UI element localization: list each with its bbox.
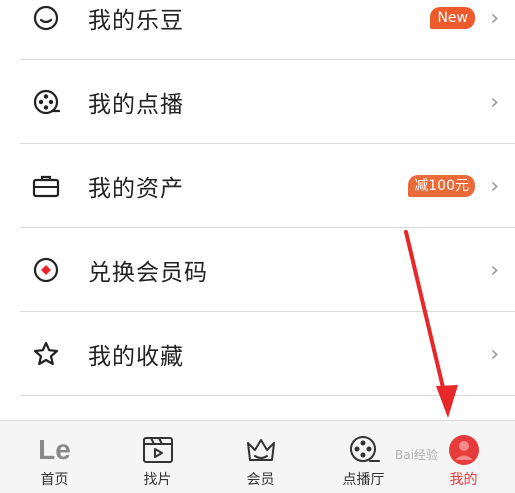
film-reel-icon: [346, 433, 382, 467]
menu-item-label: 兑换会员码: [88, 260, 208, 286]
star-icon: [32, 340, 60, 368]
menu-item-favorites[interactable]: 我的收藏 ›: [20, 312, 515, 396]
watermark: Bai经验: [395, 448, 438, 462]
tab-home[interactable]: Le 首页: [3, 421, 106, 493]
crown-icon: [243, 433, 279, 467]
tab-label: 点播厅: [342, 472, 385, 488]
chevron-right-icon: ›: [490, 341, 499, 367]
discount-badge: 减100元: [408, 175, 475, 197]
tab-label: 首页: [40, 472, 69, 488]
tab-label: 找片: [143, 472, 172, 488]
menu-item-zichan[interactable]: 我的资产 减100元 ›: [20, 144, 515, 228]
le-logo-icon: Le: [38, 434, 71, 465]
tab-label: 我的: [449, 472, 478, 488]
briefcase-icon: [32, 172, 60, 200]
tab-find[interactable]: 找片: [106, 421, 209, 493]
film-reel-icon: [32, 88, 60, 116]
menu-item-dianbo[interactable]: 我的点播 ›: [20, 60, 515, 144]
new-badge: New: [430, 7, 475, 29]
menu-item-label: 我的资产: [88, 176, 184, 202]
smile-icon: [32, 4, 60, 32]
menu-item-label: 我的乐豆: [88, 8, 184, 34]
tab-vip[interactable]: 会员: [209, 421, 312, 493]
divider: [20, 395, 515, 396]
tab-label: 会员: [246, 472, 275, 488]
menu-item-label: 我的收藏: [88, 344, 184, 370]
chevron-right-icon: ›: [490, 5, 499, 31]
menu-list: 我的乐豆 New › 我的点播 › 我的资产 减100元 › 兑换会员码 › 我…: [0, 0, 515, 420]
avatar-icon: [446, 433, 482, 467]
menu-item-ledou[interactable]: 我的乐豆 New ›: [20, 0, 515, 60]
chevron-right-icon: ›: [490, 173, 499, 199]
coupon-icon: [32, 256, 60, 284]
menu-item-redeem[interactable]: 兑换会员码 ›: [20, 228, 515, 312]
chevron-right-icon: ›: [490, 89, 499, 115]
chevron-right-icon: ›: [490, 257, 499, 283]
menu-item-label: 我的点播: [88, 92, 184, 118]
clapperboard-icon: [140, 433, 176, 467]
